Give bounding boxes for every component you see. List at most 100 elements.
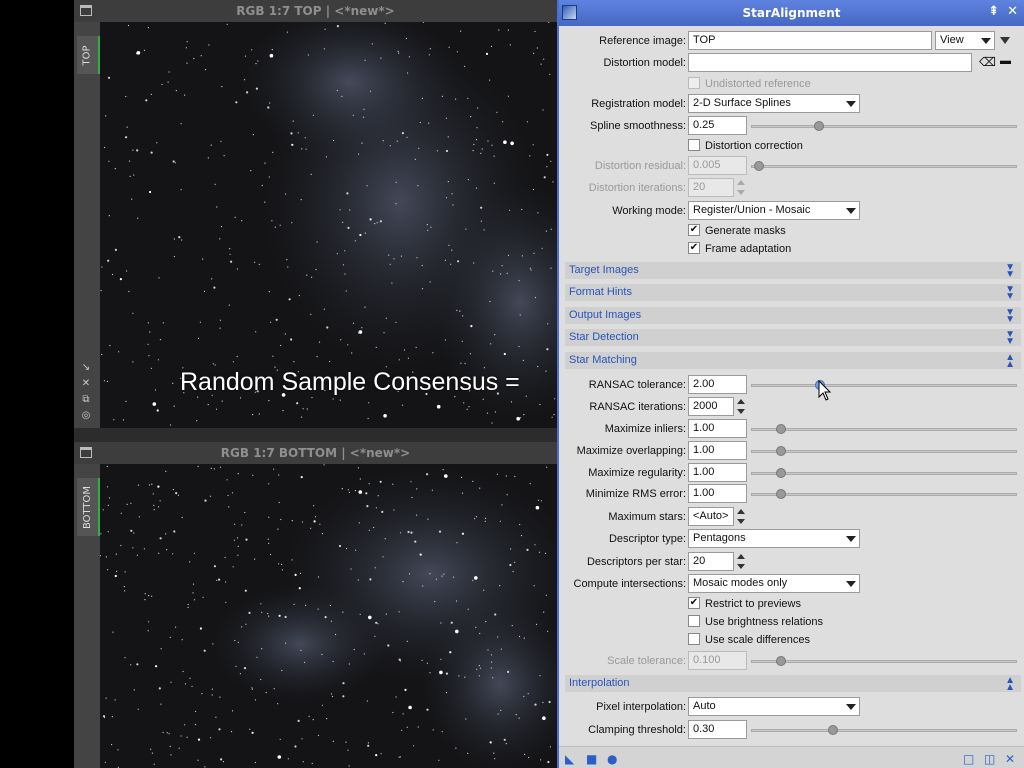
pixel-interpolation-row: Pixel interpolation: Auto (559, 697, 1024, 717)
registration-model-value: 2-D Surface Splines (693, 97, 791, 109)
ransac-tolerance-slider[interactable] (751, 380, 1017, 390)
slider-handle[interactable] (776, 468, 786, 478)
maximize-inliers-input[interactable]: 1.00 (688, 419, 747, 438)
preferences-icon[interactable]: ✕ (1005, 752, 1015, 766)
distortion-iterations-spinner[interactable] (735, 178, 747, 197)
maximize-overlapping-slider[interactable] (751, 446, 1017, 456)
slider-handle[interactable] (776, 446, 786, 456)
target-icon[interactable]: ◎ (80, 410, 92, 422)
working-mode-select[interactable]: Register/Union - Mosaic (688, 201, 860, 220)
top-image-window[interactable]: RGB 1:7 TOP | <*new*> TOP ↘ ✕ ⧉ ◎ (74, 0, 557, 428)
ransac-iterations-input[interactable]: 2000 (688, 397, 734, 416)
section-star-detection[interactable]: Star Detection ▼ ▼ (565, 329, 1021, 347)
descriptor-type-select[interactable]: Pentagons (688, 529, 860, 548)
section-interpolation[interactable]: Interpolation ▲ ▲ (565, 675, 1021, 693)
top-window-titlebar[interactable]: RGB 1:7 TOP | <*new*> (74, 0, 557, 22)
close-icon[interactable]: ✕ (1007, 4, 1018, 19)
maximum-stars-input[interactable]: <Auto> (688, 507, 734, 526)
use-scale-differences-checkbox[interactable] (688, 633, 700, 645)
frame-adaptation-checkbox[interactable]: ✔ (688, 242, 700, 254)
crosshair-icon[interactable]: ✕ (80, 378, 92, 390)
slider-handle[interactable] (776, 656, 786, 666)
ransac-tolerance-input[interactable]: 2.00 (688, 375, 747, 394)
folder-icon[interactable]: ▬ (1000, 55, 1011, 67)
undistorted-reference-checkbox[interactable] (688, 77, 700, 89)
collapse-icon[interactable]: ⇞ (988, 4, 999, 19)
minimize-rms-label: Minimize RMS error: (585, 488, 686, 500)
tab-bottom[interactable]: BOTTOM (77, 478, 100, 536)
maximize-inliers-slider[interactable] (751, 424, 1017, 434)
distortion-model-input[interactable] (688, 53, 972, 72)
section-target-images-label: Target Images (569, 264, 639, 276)
process-icon[interactable] (562, 5, 577, 20)
browse-documentation-icon[interactable]: □ (963, 752, 974, 766)
minimize-rms-input[interactable]: 1.00 (688, 484, 747, 503)
slider-handle[interactable] (814, 121, 824, 131)
section-format-hints[interactable]: Format Hints ▼ ▼ (565, 284, 1021, 302)
tab-top[interactable]: TOP (77, 36, 100, 74)
generate-masks-checkbox[interactable]: ✔ (688, 224, 700, 236)
reset-icon[interactable]: ◫ (984, 752, 995, 766)
restrict-to-previews-row: ✔ Restrict to previews (559, 594, 1024, 614)
bottom-window-titlebar[interactable]: RGB 1:7 BOTTOM | <*new*> (74, 442, 557, 464)
apply-square-icon[interactable]: ■ (586, 752, 597, 766)
new-instance-icon[interactable]: ◣ (565, 752, 574, 766)
use-brightness-relations-checkbox[interactable] (688, 615, 700, 627)
ransac-tolerance-label: RANSAC tolerance: (588, 379, 686, 391)
maximize-regularity-slider[interactable] (751, 468, 1017, 478)
descriptor-type-label: Descriptor type: (608, 533, 686, 545)
view-select[interactable]: View (935, 31, 995, 50)
descriptors-per-star-spinner[interactable] (735, 552, 747, 571)
annotation-caption: Random Sample Consensus = (180, 368, 520, 396)
working-mode-value: Register/Union - Mosaic (693, 204, 811, 216)
apply-global-icon[interactable]: ● (607, 752, 617, 766)
window-icon[interactable] (80, 5, 92, 16)
maximize-overlapping-input[interactable]: 1.00 (688, 441, 747, 460)
dialog-titlebar[interactable]: StarAlignment ⇞ ✕ (559, 0, 1024, 26)
scale-tolerance-input[interactable]: 0.100 (688, 651, 747, 670)
maximum-stars-spinner[interactable] (735, 507, 747, 526)
ransac-iterations-spinner[interactable] (735, 397, 747, 416)
desktop: RGB 1:7 TOP | <*new*> TOP ↘ ✕ ⧉ ◎ RGB 1:… (0, 0, 1024, 768)
section-star-matching[interactable]: Star Matching ▲ ▲ (565, 352, 1021, 370)
bottom-image-canvas[interactable] (100, 464, 557, 768)
bottom-image-window[interactable]: RGB 1:7 BOTTOM | <*new*> BOTTOM (74, 442, 557, 768)
generate-masks-row: ✔ Generate masks (559, 221, 1024, 241)
expand-icon: ▼ ▼ (1005, 284, 1015, 302)
clear-icon[interactable]: ⌫ (979, 55, 996, 69)
dropdown-menu-icon[interactable] (1000, 37, 1010, 44)
clamping-threshold-slider[interactable] (751, 725, 1017, 735)
maximize-regularity-input[interactable]: 1.00 (688, 463, 747, 482)
spline-smoothness-slider[interactable] (751, 121, 1017, 131)
generate-masks-label: Generate masks (705, 225, 786, 237)
expand-icon: ▼ ▼ (1005, 329, 1015, 347)
descriptors-per-star-label: Descriptors per star: (586, 556, 686, 568)
distortion-residual-slider[interactable] (751, 161, 1017, 171)
section-target-images[interactable]: Target Images ▼ ▼ (565, 262, 1021, 280)
slider-handle[interactable] (776, 424, 786, 434)
compute-intersections-select[interactable]: Mosaic modes only (688, 574, 860, 593)
restrict-to-previews-label: Restrict to previews (705, 598, 801, 610)
descriptors-per-star-input[interactable]: 20 (688, 552, 734, 571)
clamping-threshold-input[interactable]: 0.30 (688, 720, 747, 739)
slider-handle[interactable] (776, 489, 786, 499)
registration-model-select[interactable]: 2-D Surface Splines (688, 94, 860, 113)
resize-arrow-icon[interactable]: ↘ (80, 362, 92, 374)
spline-smoothness-input[interactable]: 0.25 (688, 116, 747, 135)
pixel-interpolation-select[interactable]: Auto (688, 697, 860, 716)
section-output-images[interactable]: Output Images ▼ ▼ (565, 307, 1021, 325)
restrict-to-previews-checkbox[interactable]: ✔ (688, 597, 700, 609)
distortion-residual-input[interactable]: 0.005 (688, 156, 747, 175)
window-icon[interactable] (80, 447, 92, 458)
distortion-iterations-input[interactable]: 20 (688, 178, 734, 197)
collapse-section-icon: ▲ ▲ (1005, 352, 1015, 370)
slider-handle[interactable] (828, 725, 838, 735)
copy-icon[interactable]: ⧉ (80, 394, 92, 406)
compute-intersections-value: Mosaic modes only (693, 577, 788, 589)
top-window-sidebar: TOP ↘ ✕ ⧉ ◎ (74, 22, 100, 428)
slider-handle[interactable] (754, 161, 764, 171)
reference-image-input[interactable]: TOP (688, 31, 932, 50)
distortion-correction-checkbox[interactable] (688, 139, 700, 151)
scale-tolerance-slider[interactable] (751, 656, 1017, 666)
minimize-rms-slider[interactable] (751, 489, 1017, 499)
